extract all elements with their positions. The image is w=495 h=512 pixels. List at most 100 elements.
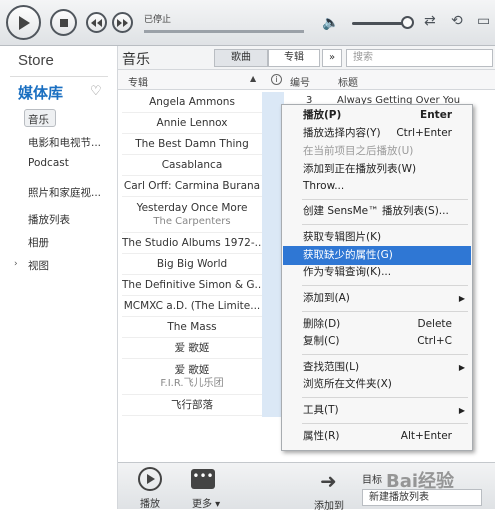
- menu-shortcut: Ctrl+C: [417, 335, 452, 347]
- menu-item-sensme[interactable]: 创建 SensMe™ 播放列表(S)...: [283, 202, 471, 221]
- search-input[interactable]: 搜索: [346, 49, 493, 67]
- chevron-right-icon[interactable]: ›: [14, 259, 18, 269]
- library-title[interactable]: 媒体库: [18, 82, 63, 103]
- menu-item-play-next: 在当前项目之后播放(U): [283, 142, 471, 161]
- menu-shortcut: Alt+Enter: [400, 430, 452, 442]
- menu-separator: [302, 354, 468, 355]
- album-name: MCMXC a.D. (The Limite...: [123, 300, 261, 312]
- menu-item-play-selection[interactable]: 播放选择内容(Y) Ctrl+Enter: [283, 124, 471, 143]
- watermark: Bai经验: [386, 471, 455, 492]
- more-icon[interactable]: •••: [191, 469, 215, 489]
- sidebar-item-albums[interactable]: 相册: [28, 235, 49, 250]
- album-row[interactable]: The Best Damn Thing: [122, 134, 262, 155]
- next-button[interactable]: [112, 12, 133, 33]
- menu-separator: [302, 224, 468, 225]
- menu-item-album-query[interactable]: 作为专辑查询(K)...: [283, 263, 471, 282]
- stop-button[interactable]: [50, 9, 77, 36]
- shuffle-icon[interactable]: ⇄: [424, 13, 436, 29]
- menu-item-label: 播放(P): [303, 109, 342, 121]
- tab-songs[interactable]: 歌曲: [214, 49, 268, 67]
- menu-item-label: 获取专辑图片(K): [303, 231, 382, 243]
- sort-up-icon[interactable]: ▲: [250, 74, 256, 83]
- menu-item-play[interactable]: 播放(P) Enter: [283, 106, 471, 125]
- sidebar-item-podcast[interactable]: Podcast: [28, 157, 69, 169]
- album-name: Carl Orff: Carmina Burana: [123, 180, 261, 192]
- play-label[interactable]: 播放: [140, 495, 160, 510]
- heart-icon[interactable]: ♡: [90, 84, 102, 99]
- menu-item-get-album-art[interactable]: 获取专辑图片(K): [283, 228, 471, 247]
- album-name: The Definitive Simon & G...: [122, 279, 262, 291]
- play-button[interactable]: [6, 5, 41, 40]
- album-artist: F.I.R.飞儿乐团: [160, 378, 224, 389]
- sidebar-item-playlists[interactable]: 播放列表: [28, 212, 70, 227]
- menu-item-label: 播放选择内容(Y): [303, 127, 381, 139]
- submenu-arrow-icon: ▶: [458, 406, 465, 415]
- sidebar-item-music[interactable]: 音乐: [28, 112, 49, 127]
- menu-item-label: Throw...: [303, 180, 345, 192]
- album-name: Big Big World: [156, 258, 228, 270]
- sidebar-item-video[interactable]: 电影和电视节...: [28, 135, 101, 150]
- menu-item-add-to[interactable]: 添加到(A) ▶: [283, 289, 471, 308]
- menu-item-copy[interactable]: 复制(C) Ctrl+C: [283, 332, 471, 351]
- store-link[interactable]: Store: [18, 52, 54, 69]
- album-row[interactable]: The Studio Albums 1972-...: [122, 233, 262, 254]
- menu-separator: [302, 397, 468, 398]
- tab-albums[interactable]: 专辑: [268, 49, 320, 67]
- more-tabs-button[interactable]: »: [322, 49, 342, 67]
- album-row[interactable]: Angela Ammons: [122, 92, 262, 113]
- menu-item-throw[interactable]: Throw...: [283, 177, 471, 196]
- album-row[interactable]: Casablanca: [122, 155, 262, 176]
- menu-item-label: 添加到正在播放列表(W): [303, 163, 417, 175]
- play-icon[interactable]: [138, 467, 162, 491]
- album-name: Annie Lennox: [156, 117, 228, 129]
- menu-item-properties[interactable]: 属性(R) Alt+Enter: [283, 427, 471, 446]
- album-name: The Mass: [167, 321, 217, 333]
- column-title[interactable]: 标题: [338, 74, 358, 89]
- submenu-arrow-icon: ▶: [458, 294, 465, 303]
- column-number[interactable]: 编号: [290, 74, 310, 89]
- album-row[interactable]: 爱 歌姬: [122, 338, 262, 359]
- stop-icon: [59, 18, 68, 27]
- mini-player-icon[interactable]: ▭: [477, 13, 490, 29]
- info-icon[interactable]: i: [271, 74, 282, 85]
- volume-knob[interactable]: [401, 16, 414, 29]
- menu-item-open-folder[interactable]: 浏览所在文件夹(X): [283, 375, 471, 394]
- album-row[interactable]: Yesterday Once More The Carpenters: [122, 197, 262, 233]
- album-artist: The Carpenters: [153, 216, 231, 227]
- more-button[interactable]: 更多 ▾: [192, 495, 220, 510]
- album-row[interactable]: The Mass: [122, 317, 262, 338]
- add-to-arrow-icon[interactable]: ➜: [320, 469, 337, 493]
- album-name: The Studio Albums 1972-...: [122, 237, 262, 249]
- album-name: Casablanca: [161, 159, 223, 171]
- album-name: 爱 歌姬: [174, 364, 210, 376]
- album-row[interactable]: Annie Lennox: [122, 113, 262, 134]
- album-row[interactable]: The Definitive Simon & G...: [122, 275, 262, 296]
- dropdown-caret-icon: ▾: [212, 499, 221, 510]
- menu-separator: [302, 199, 468, 200]
- playback-status: 已停止: [144, 15, 172, 25]
- page-title: 音乐: [122, 52, 150, 68]
- menu-item-label: 创建 SensMe™ 播放列表(S)...: [303, 205, 449, 217]
- album-name: Angela Ammons: [149, 96, 235, 108]
- add-to-label[interactable]: 添加到: [314, 497, 344, 512]
- menu-item-label: 查找范围(L): [303, 361, 360, 373]
- album-row[interactable]: 飞行部落: [122, 395, 262, 416]
- repeat-icon[interactable]: ⟲: [451, 13, 463, 29]
- album-row[interactable]: Big Big World: [122, 254, 262, 275]
- column-album[interactable]: 专辑: [128, 74, 148, 89]
- menu-separator: [302, 423, 468, 424]
- volume-icon[interactable]: 🔈: [322, 15, 339, 31]
- album-row[interactable]: MCMXC a.D. (The Limite...: [122, 296, 262, 317]
- seek-bar[interactable]: [144, 30, 304, 33]
- album-name: The Best Damn Thing: [135, 138, 249, 150]
- menu-item-label: 删除(D): [303, 318, 341, 330]
- menu-item-tools[interactable]: 工具(T) ▶: [283, 401, 471, 420]
- sidebar: Store 媒体库 ♡ 音乐 电影和电视节... Podcast 照片和家庭视.…: [0, 46, 118, 509]
- menu-item-label: 添加到(A): [303, 292, 350, 304]
- player-toolbar: 已停止 🔈 ⇄ ⟲ ▭: [0, 0, 495, 46]
- previous-button[interactable]: [86, 12, 107, 33]
- album-row[interactable]: Carl Orff: Carmina Burana: [122, 176, 262, 197]
- album-row[interactable]: 爱 歌姬 F.I.R.飞儿乐团: [122, 359, 262, 395]
- sidebar-item-photos[interactable]: 照片和家庭视...: [28, 185, 101, 200]
- sidebar-item-view[interactable]: 视图: [28, 258, 49, 273]
